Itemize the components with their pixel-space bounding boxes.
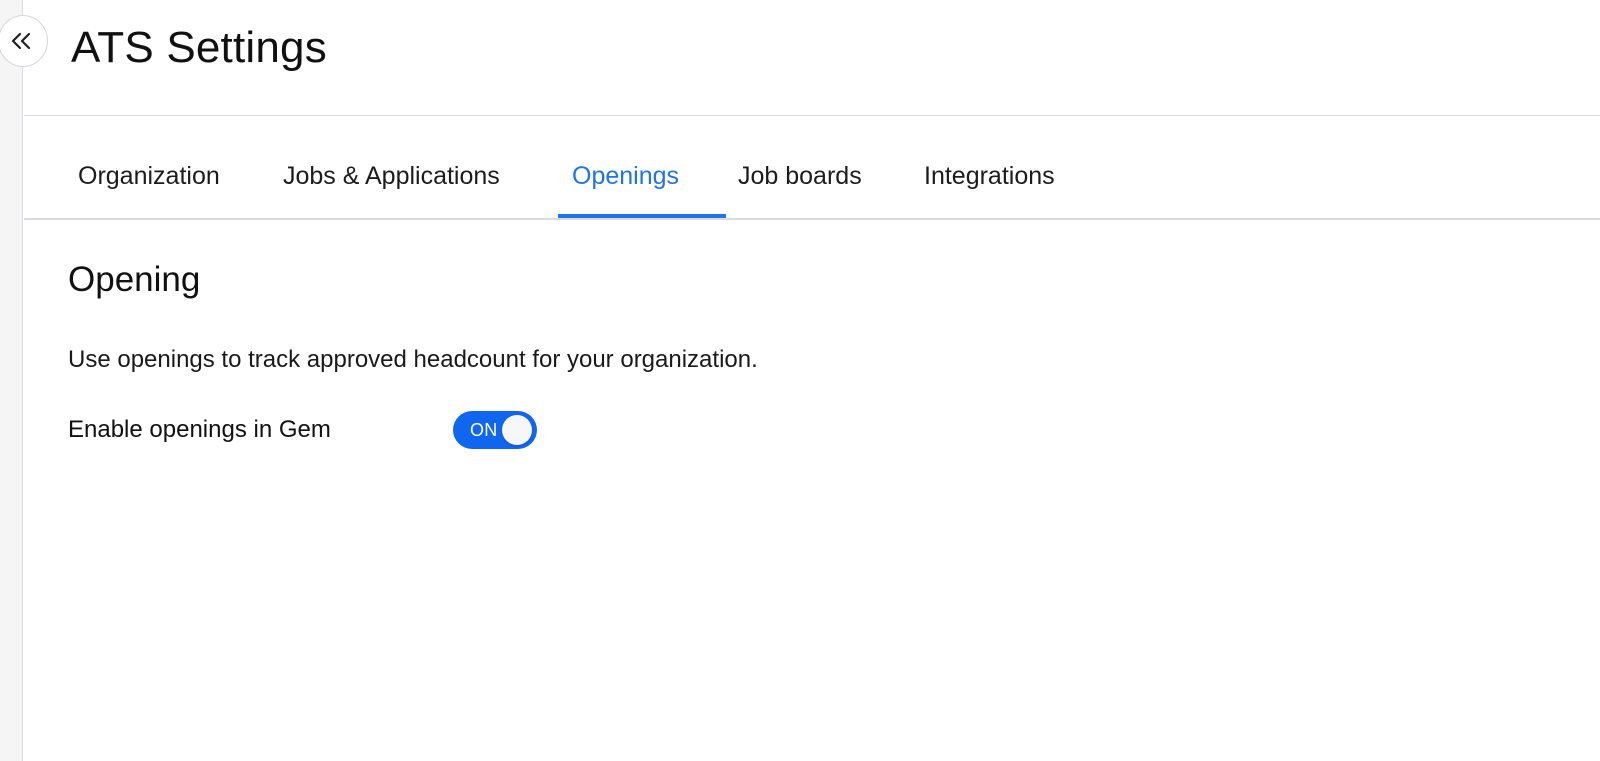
- double-chevron-left-icon: [11, 32, 31, 50]
- toggle-knob: [502, 415, 532, 445]
- settings-tabs: Organization Jobs & Applications Opening…: [24, 116, 1600, 220]
- active-tab-indicator: [558, 214, 726, 218]
- page-title: ATS Settings: [71, 23, 327, 72]
- ats-settings-page: ATS Settings Organization Jobs & Applica…: [0, 0, 1600, 761]
- tab-job-boards[interactable]: Job boards: [738, 160, 862, 192]
- page-header: ATS Settings: [24, 0, 1600, 116]
- enable-openings-toggle[interactable]: ON: [453, 411, 537, 449]
- collapse-sidebar-button[interactable]: [0, 15, 48, 67]
- left-sidebar-rail: [0, 0, 23, 761]
- enable-openings-label: Enable openings in Gem: [68, 416, 331, 443]
- section-title: Opening: [68, 260, 201, 299]
- tab-organization[interactable]: Organization: [78, 160, 220, 192]
- enable-openings-row: Enable openings in Gem ON: [68, 411, 588, 449]
- tab-jobs-applications[interactable]: Jobs & Applications: [283, 160, 500, 192]
- section-description: Use openings to track approved headcount…: [68, 346, 758, 373]
- toggle-state-text: ON: [470, 420, 498, 440]
- tab-openings[interactable]: Openings: [572, 160, 679, 192]
- tab-integrations[interactable]: Integrations: [924, 160, 1055, 192]
